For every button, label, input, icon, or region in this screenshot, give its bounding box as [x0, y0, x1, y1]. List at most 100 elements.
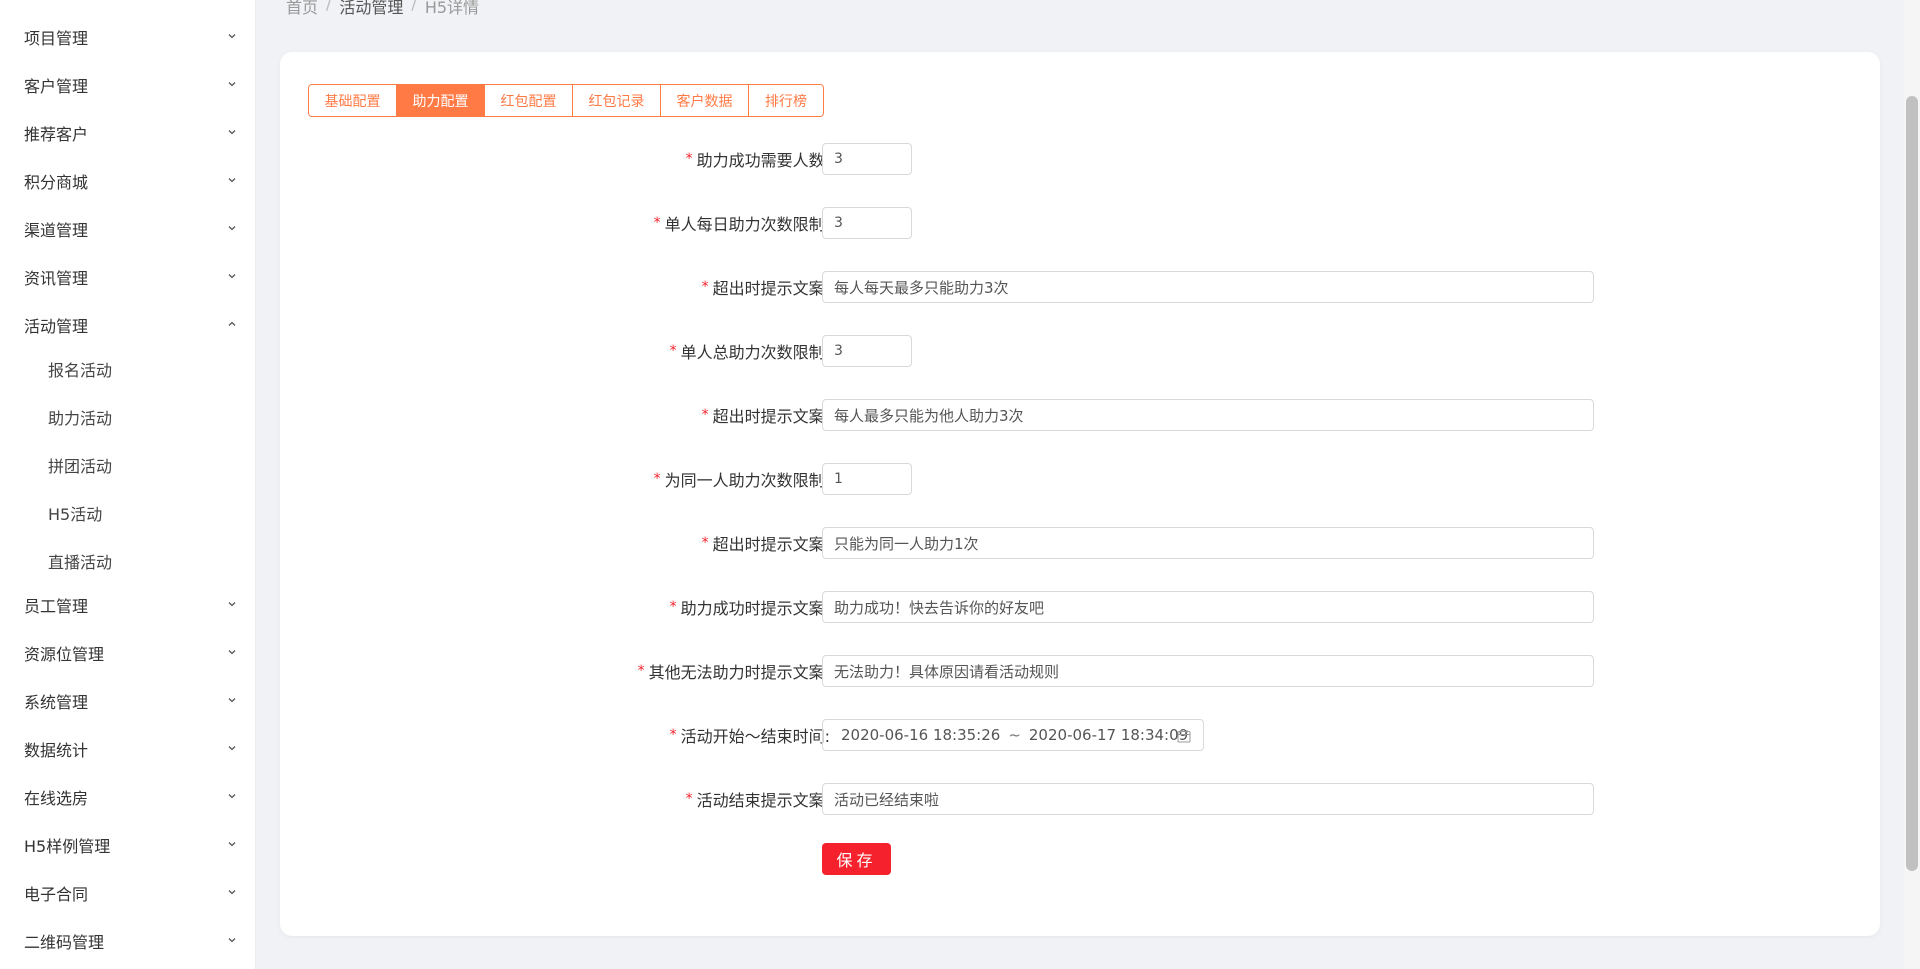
sidebar-item-statistics[interactable]: 数据统计: [0, 729, 255, 769]
form-row-daily-exceed-msg: * 超出时提示文案:: [280, 270, 1880, 304]
sidebar-item-news[interactable]: 资讯管理: [0, 257, 255, 297]
chevron-down-icon: [228, 130, 236, 135]
sidebar-item-label: 项目管理: [24, 29, 89, 48]
form-label: * 为同一人助力次数限制:: [653, 471, 830, 490]
required-mark: *: [685, 151, 693, 167]
sidebar-item-staff[interactable]: 员工管理: [0, 585, 255, 625]
save-button[interactable]: 保存: [822, 843, 891, 875]
same-person-exceed-message-input[interactable]: [822, 527, 1594, 559]
sidebar-item-label: 活动管理: [24, 317, 89, 336]
form-row-success-msg: * 助力成功时提示文案:: [280, 590, 1880, 624]
breadcrumb-separator: /: [411, 0, 417, 13]
sidebar-item-label: 渠道管理: [24, 221, 89, 240]
sidebar-item-project[interactable]: 项目管理: [0, 17, 255, 57]
chevron-down-icon: [228, 602, 236, 607]
form-row-end-msg: * 活动结束提示文案:: [280, 782, 1880, 816]
chevron-up-icon: [228, 321, 236, 326]
sidebar-subitem-signup[interactable]: 报名活动: [0, 349, 255, 389]
sidebar-item-referral[interactable]: 推荐客户: [0, 113, 255, 153]
total-limit-input[interactable]: [822, 335, 912, 367]
form-label: * 活动结束提示文案:: [685, 791, 830, 810]
sidebar-item-label: 积分商城: [24, 173, 89, 192]
sidebar-item-label: 电子合同: [24, 885, 89, 904]
chevron-down-icon: [228, 746, 236, 751]
required-mark: *: [653, 471, 661, 487]
sidebar-item-system[interactable]: 系统管理: [0, 681, 255, 721]
sidebar-item-qrcode[interactable]: 二维码管理: [0, 921, 255, 961]
tab-assist-config[interactable]: 助力配置: [397, 85, 485, 116]
date-range-separator: ~: [1008, 726, 1021, 744]
end-message-input[interactable]: [822, 783, 1594, 815]
sidebar-item-online-housing[interactable]: 在线选房: [0, 777, 255, 817]
total-exceed-message-input[interactable]: [822, 399, 1594, 431]
breadcrumb-section[interactable]: 活动管理: [339, 0, 403, 18]
sidebar-subitem-group-buy[interactable]: 拼团活动: [0, 445, 255, 485]
chevron-down-icon: [228, 34, 236, 39]
required-mark: *: [701, 535, 709, 551]
chevron-down-icon: [228, 650, 236, 655]
sidebar-item-label: 系统管理: [24, 693, 89, 712]
sidebar-item-label: 数据统计: [24, 741, 89, 760]
sidebar-subitem-label: H5活动: [48, 505, 103, 524]
chevron-down-icon: [228, 938, 236, 943]
scrollbar-thumb[interactable]: [1906, 96, 1918, 871]
sidebar-item-h5-samples[interactable]: H5样例管理: [0, 825, 255, 865]
sidebar-subitem-assist[interactable]: 助力活动: [0, 397, 255, 437]
form-label: * 助力成功时提示文案:: [669, 599, 830, 618]
sidebar-item-label: 资源位管理: [24, 645, 105, 664]
required-helpers-input[interactable]: [822, 143, 912, 175]
form-label: * 活动开始～结束时间:: [669, 727, 830, 746]
sidebar-item-activity[interactable]: 活动管理: [0, 305, 255, 345]
chevron-down-icon: [228, 890, 236, 895]
sidebar-item-e-contract[interactable]: 电子合同: [0, 873, 255, 913]
other-fail-message-input[interactable]: [822, 655, 1594, 687]
sidebar-subitem-live[interactable]: 直播活动: [0, 541, 255, 581]
date-range-picker[interactable]: 2020-06-16 18:35:26 ~ 2020-06-17 18:34:0…: [822, 719, 1204, 751]
sidebar-subitem-h5[interactable]: H5活动: [0, 493, 255, 533]
calendar-icon: [1177, 730, 1191, 743]
breadcrumb-home[interactable]: 首页: [286, 0, 318, 18]
form-row-same-person-limit: * 为同一人助力次数限制:: [280, 462, 1880, 496]
chevron-down-icon: [228, 82, 236, 87]
sidebar-item-channel[interactable]: 渠道管理: [0, 209, 255, 249]
same-person-limit-input[interactable]: [822, 463, 912, 495]
daily-limit-input[interactable]: [822, 207, 912, 239]
chevron-down-icon: [228, 178, 236, 183]
required-mark: *: [637, 663, 645, 679]
tab-bar: 基础配置 助力配置 红包配置 红包记录 客户数据 排行榜: [308, 84, 824, 117]
form-row-daily-limit: * 单人每日助力次数限制:: [280, 206, 1880, 240]
form-row-total-exceed-msg: * 超出时提示文案:: [280, 398, 1880, 432]
form-row-total-limit: * 单人总助力次数限制:: [280, 334, 1880, 368]
breadcrumb-separator: /: [326, 0, 332, 13]
required-mark: *: [701, 407, 709, 423]
sidebar-subitem-label: 报名活动: [48, 361, 113, 380]
required-mark: *: [669, 727, 677, 743]
sidebar-item-points-mall[interactable]: 积分商城: [0, 161, 255, 201]
daily-exceed-message-input[interactable]: [822, 271, 1594, 303]
tab-redpacket-records[interactable]: 红包记录: [573, 85, 661, 116]
success-message-input[interactable]: [822, 591, 1594, 623]
sidebar-item-customer[interactable]: 客户管理: [0, 65, 255, 105]
form-row-required-count: * 助力成功需要人数:: [280, 142, 1880, 176]
chevron-down-icon: [228, 274, 236, 279]
required-mark: *: [701, 279, 709, 295]
chevron-down-icon: [228, 698, 236, 703]
form-label: * 超出时提示文案:: [701, 407, 830, 426]
tab-basic-config[interactable]: 基础配置: [309, 85, 397, 116]
form-label: * 单人总助力次数限制:: [669, 343, 830, 362]
sidebar-item-resource[interactable]: 资源位管理: [0, 633, 255, 673]
form-label: * 单人每日助力次数限制:: [653, 215, 830, 234]
form-row-same-person-exceed-msg: * 超出时提示文案:: [280, 526, 1880, 560]
breadcrumb-current: H5详情: [424, 0, 480, 17]
sidebar-subitem-label: 助力活动: [48, 409, 113, 428]
tab-customer-data[interactable]: 客户数据: [661, 85, 749, 116]
required-mark: *: [653, 215, 661, 231]
required-mark: *: [669, 343, 677, 359]
sidebar-subitem-label: 直播活动: [48, 553, 113, 572]
tab-redpacket-config[interactable]: 红包配置: [485, 85, 573, 116]
sidebar-subitem-label: 拼团活动: [48, 457, 113, 476]
tab-leaderboard[interactable]: 排行榜: [749, 85, 823, 116]
sidebar-item-label: 员工管理: [24, 597, 89, 616]
date-range-end: 2020-06-17 18:34:09: [1028, 726, 1189, 744]
form-label: * 超出时提示文案:: [701, 535, 830, 554]
